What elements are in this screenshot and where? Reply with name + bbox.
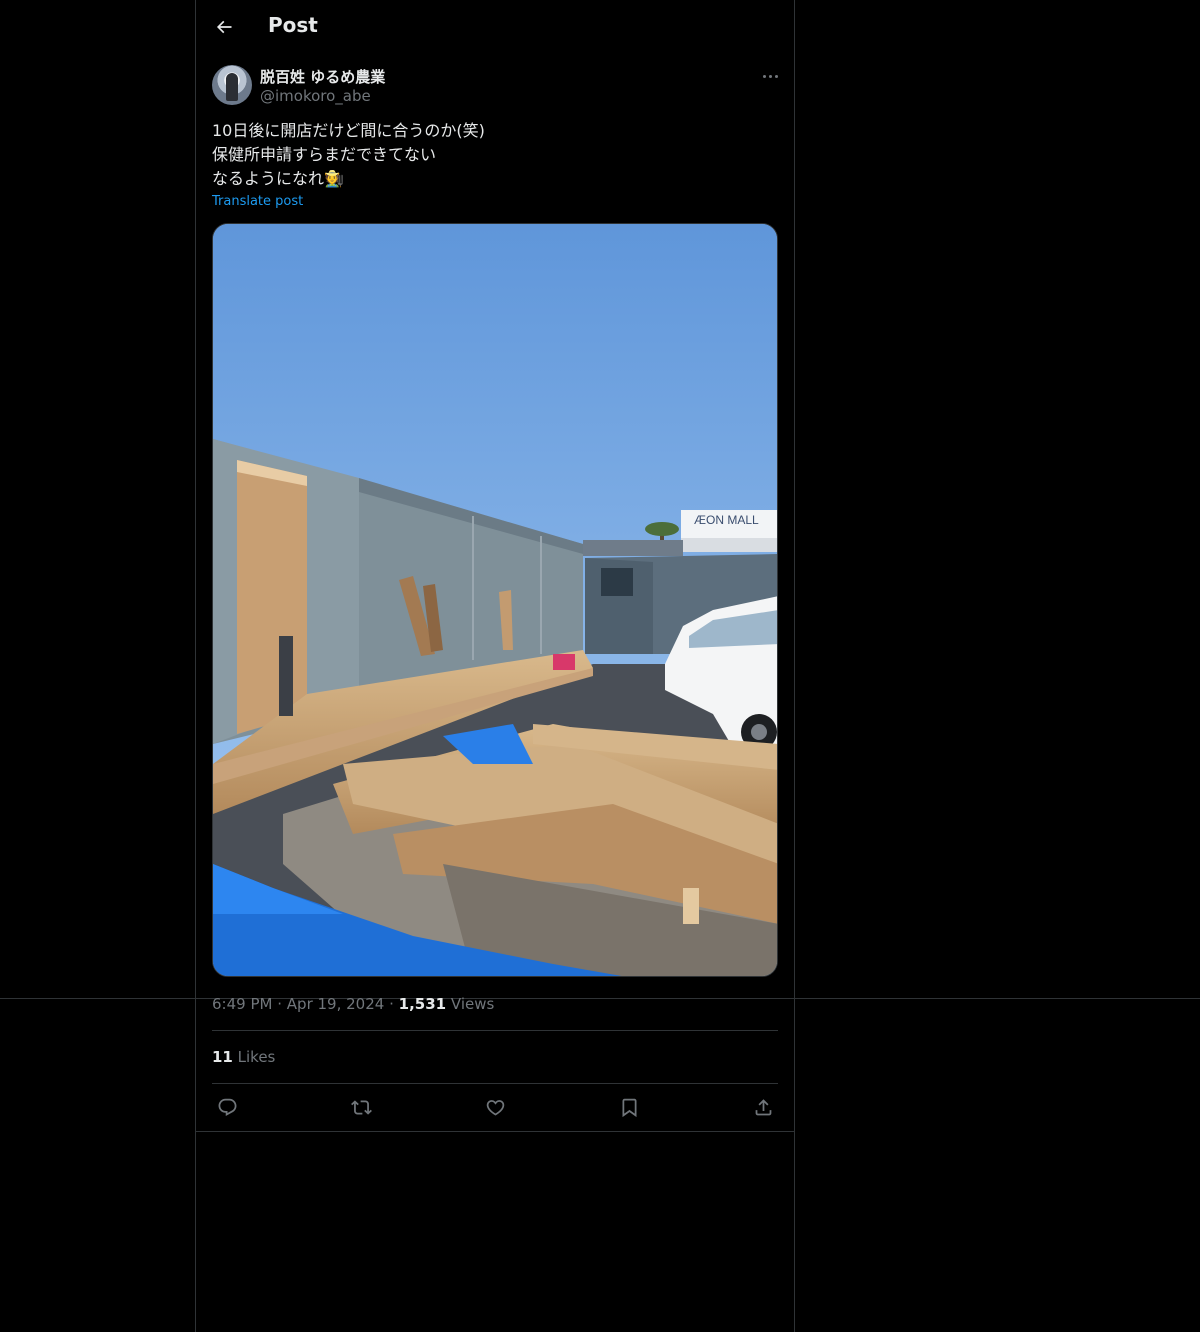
action-bar [212, 1092, 778, 1122]
post-photo[interactable]: ÆON MALL [212, 223, 778, 977]
meta-separator: · [389, 995, 394, 1013]
author-handle[interactable]: @imokoro_abe [260, 87, 371, 105]
post-author: 脱百姓 ゆるめ農業 @imokoro_abe [212, 64, 778, 108]
reply-icon [218, 1098, 236, 1116]
post-text: 10日後に開店だけど間に合うのか(笑) 保健所申請すらまだできてない なるように… [212, 119, 778, 191]
post-line: 保健所申請すらまだできてない [212, 145, 437, 164]
bookmark-icon [622, 1098, 636, 1117]
page-title: Post [268, 13, 318, 37]
more-options-button[interactable] [758, 64, 782, 88]
mall-sign: ÆON MALL [694, 513, 759, 527]
views-label: Views [450, 995, 495, 1013]
avatar[interactable] [212, 65, 252, 105]
author-display-name[interactable]: 脱百姓 ゆるめ農業 [260, 66, 385, 87]
main-column: Post 脱百姓 ゆるめ農業 @imokoro_abe 10日後に開店だけど間に… [195, 0, 795, 1332]
back-button[interactable] [210, 13, 238, 41]
stats-divider-bottom [212, 1083, 778, 1084]
share-icon [755, 1098, 771, 1115]
meta-separator: · [277, 995, 283, 1013]
repost-button[interactable] [346, 1092, 376, 1122]
like-icon [486, 1099, 504, 1116]
likes-count: 11 [212, 1048, 233, 1066]
likes-stat[interactable]: 11 Likes [212, 1048, 275, 1066]
share-button[interactable] [748, 1092, 778, 1122]
stats-divider-top [212, 1030, 778, 1031]
post-bottom-divider [196, 1131, 794, 1132]
more-icon [762, 74, 766, 78]
post-date[interactable]: Apr 19, 2024 [287, 995, 385, 1013]
header: Post [196, 0, 794, 54]
post-line: 10日後に開店だけど間に合うのか(笑) [212, 121, 485, 140]
construction-site-photo: ÆON MALL [213, 224, 777, 976]
translate-post-link[interactable]: Translate post [212, 194, 303, 209]
bookmark-button[interactable] [614, 1092, 644, 1122]
post-meta: 6:49 PM · Apr 19, 2024 · 1,531 Views [212, 995, 494, 1013]
repost-icon [350, 1099, 372, 1115]
post-time[interactable]: 6:49 PM [212, 995, 272, 1013]
views-count: 1,531 [398, 995, 447, 1013]
post-line: なるようになれ🧑‍🌾 [212, 169, 344, 188]
arrow-left-icon [216, 20, 232, 34]
likes-label: Likes [237, 1048, 276, 1066]
like-button[interactable] [480, 1092, 510, 1122]
reply-button[interactable] [212, 1092, 242, 1122]
